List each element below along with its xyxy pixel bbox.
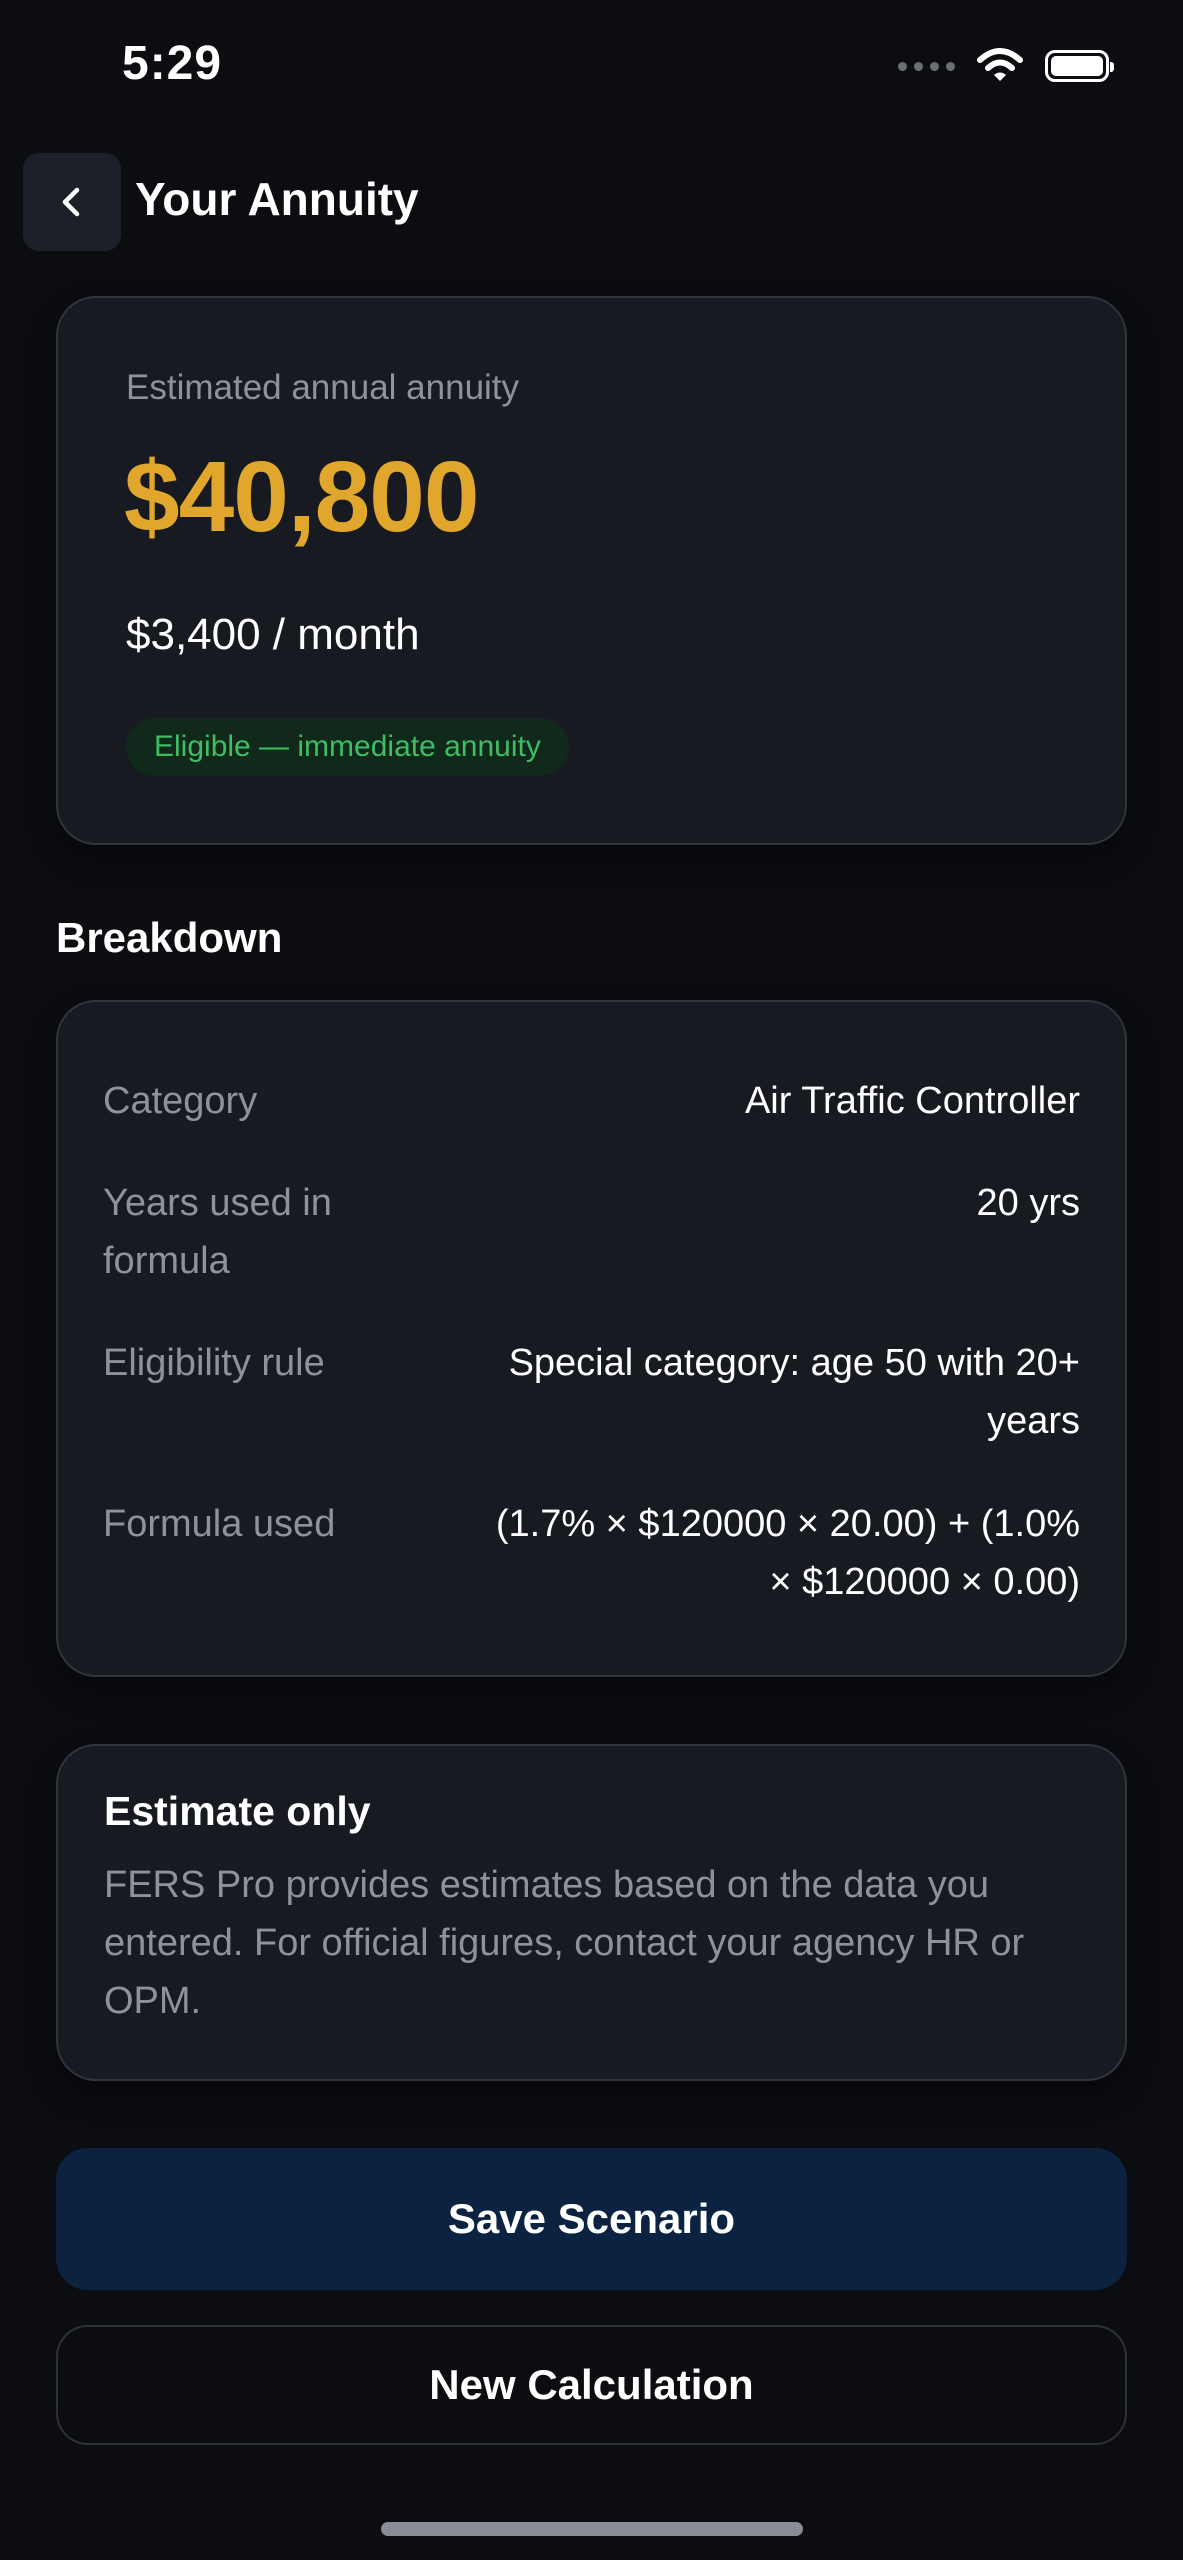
breakdown-row-formula: Formula used (1.7% × $120000 × 20.00) + … [103,1495,1080,1611]
disclaimer-text: FERS Pro provides estimates based on the… [104,1864,1025,2022]
save-scenario-button[interactable]: Save Scenario [56,2148,1127,2290]
breakdown-card: Category Air Traffic Controller Years us… [56,1000,1127,1677]
page-title: Your Annuity [135,173,419,225]
breakdown-label: Formula used [103,1503,336,1545]
breakdown-row-eligibility: Eligibility rule Special category: age 5… [103,1334,1080,1450]
wifi-icon [977,48,1023,81]
breakdown-label: Category [103,1080,258,1122]
breakdown-value: 20 yrs [976,1182,1080,1224]
status-icons [898,44,1114,88]
breakdown-row-years: Years used in formula 20 yrs [103,1174,1080,1290]
breakdown-label: Eligibility rule [103,1342,325,1384]
breakdown-value: (1.7% × $120000 × 20.00) + (1.0% × $1200… [495,1503,1080,1603]
disclaimer-card: Estimate only FERS Pro provides estimate… [56,1744,1127,2081]
annuity-screen: 5:29 Your Annuity Estimated annual annui… [0,0,1183,2560]
annual-amount: $40,800 [124,441,479,553]
battery-icon [1045,50,1114,82]
breakdown-heading: Breakdown [56,914,283,961]
annuity-label: Estimated annual annuity [126,368,520,407]
new-calculation-button[interactable]: New Calculation [56,2325,1127,2445]
eligibility-badge: Eligible — immediate annuity [126,718,569,776]
status-time: 5:29 [122,37,223,90]
breakdown-value: Special category: age 50 with 20+ years [508,1342,1080,1442]
home-indicator[interactable] [381,2522,803,2536]
monthly-amount: $3,400 / month [126,610,420,659]
breakdown-row-category: Category Air Traffic Controller [103,1072,1080,1130]
signal-dots-icon [898,61,955,71]
back-button[interactable] [23,153,121,251]
annuity-summary-card: Estimated annual annuity $40,800 $3,400 … [56,296,1127,845]
breakdown-value: Air Traffic Controller [744,1080,1080,1122]
breakdown-label: Years used in formula [103,1182,332,1282]
disclaimer-title: Estimate only [104,1788,371,1834]
chevron-left-icon [62,187,80,217]
